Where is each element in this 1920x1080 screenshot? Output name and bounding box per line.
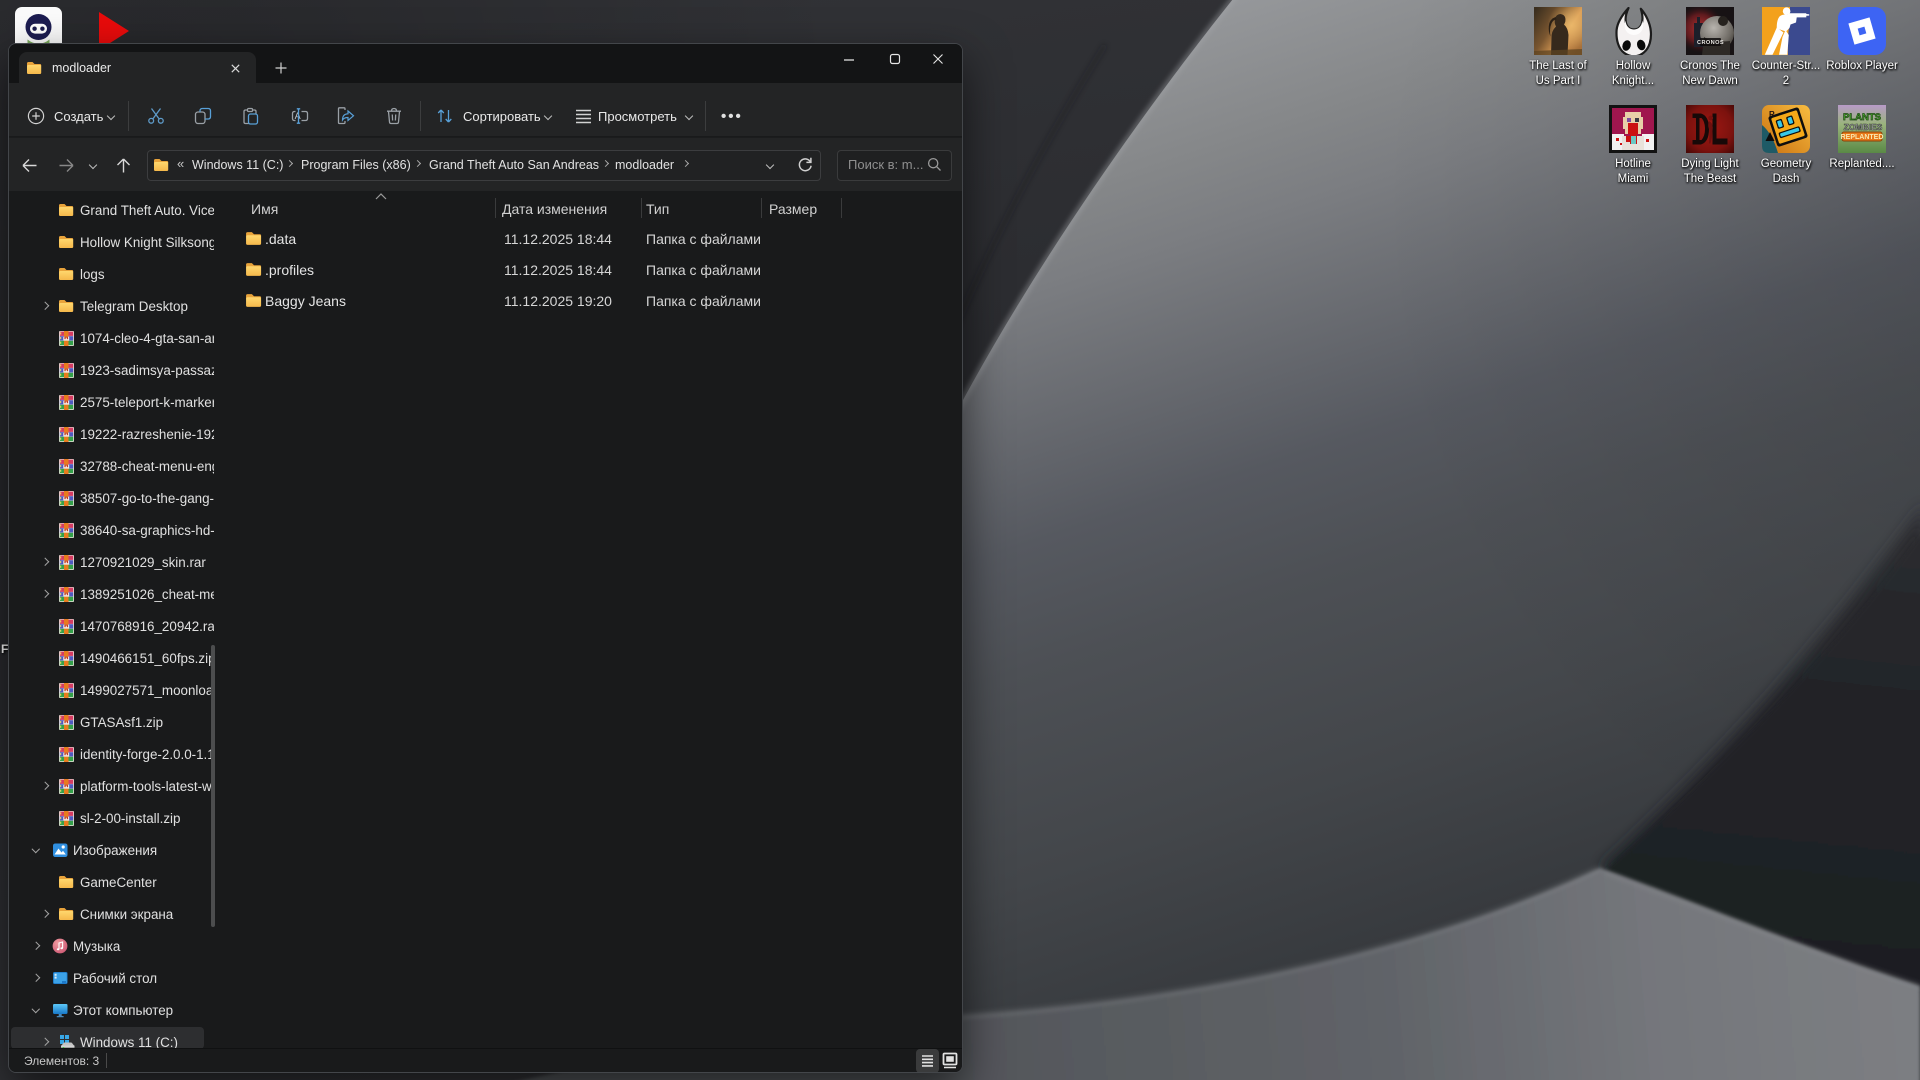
svg-text:R: R (1769, 110, 1775, 119)
svg-text:A: A (295, 111, 301, 121)
svg-text:ZOMBIES: ZOMBIES (1844, 122, 1883, 132)
svg-text:CRONOS: CRONOS (1697, 40, 1724, 46)
svg-text:REPLANTED: REPLANTED (1841, 134, 1884, 141)
